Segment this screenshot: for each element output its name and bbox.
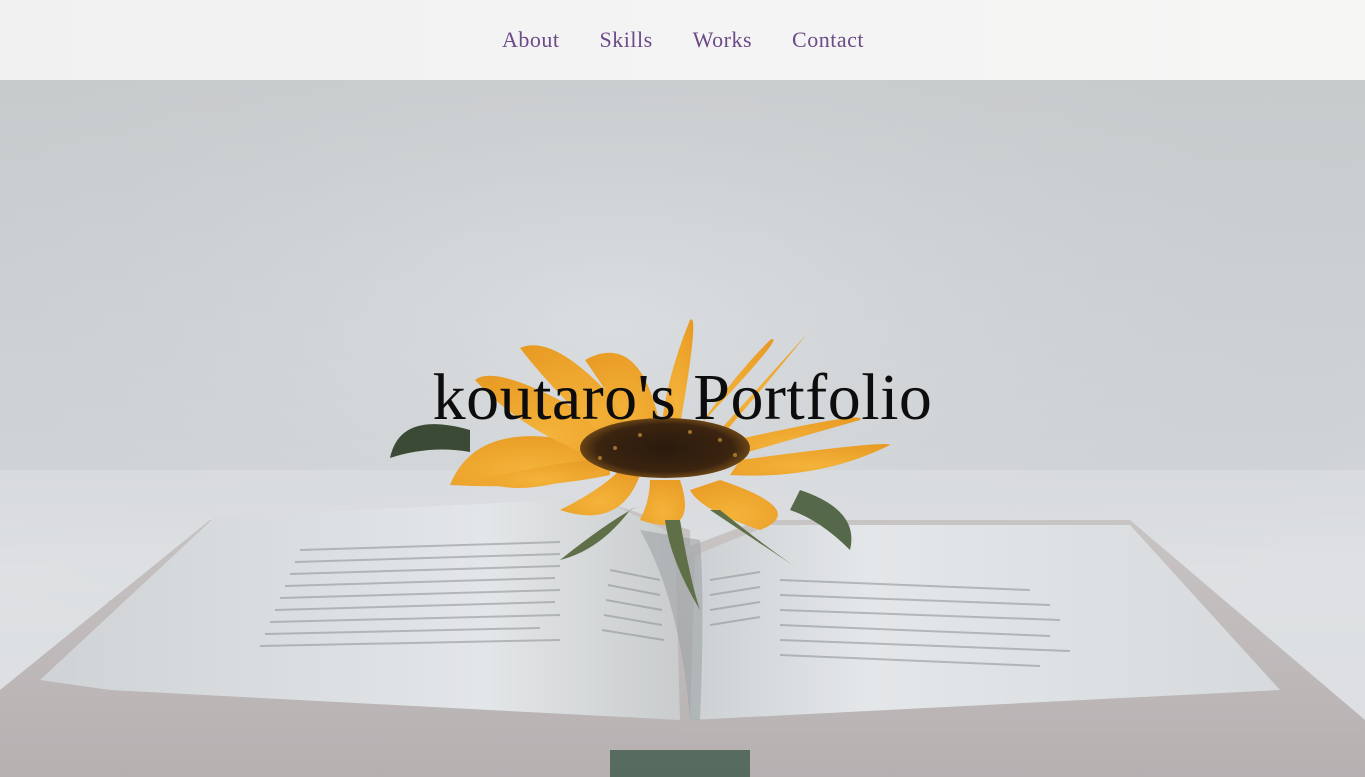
nav-link-skills[interactable]: Skills xyxy=(600,27,653,53)
site-header: About Skills Works Contact xyxy=(0,0,1365,80)
nav-link-contact[interactable]: Contact xyxy=(792,27,864,53)
nav-link-works[interactable]: Works xyxy=(693,27,752,53)
main-nav: About Skills Works Contact xyxy=(501,27,864,53)
hero-section: koutaro's Portfolio xyxy=(0,80,1365,777)
hero-title: koutaro's Portfolio xyxy=(432,361,933,434)
nav-link-about[interactable]: About xyxy=(502,27,560,53)
